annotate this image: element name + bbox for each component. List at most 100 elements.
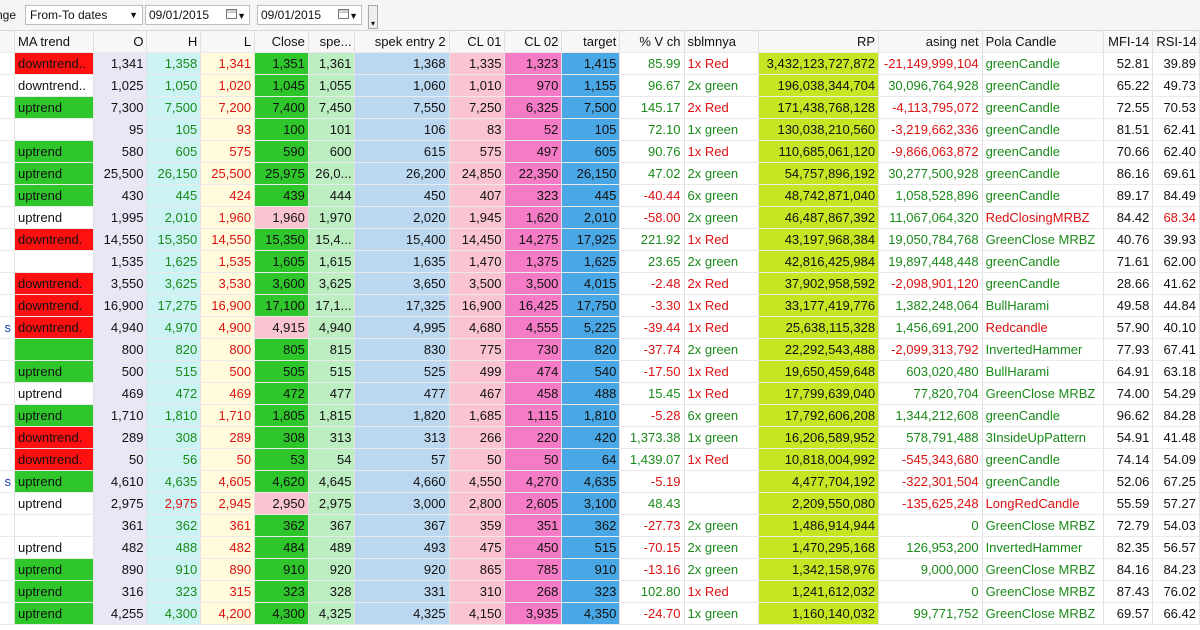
- cell-sblmnya[interactable]: 1x Red: [684, 382, 760, 405]
- cell-rp[interactable]: 1,486,914,944: [758, 514, 880, 537]
- cell-high[interactable]: 3,625: [146, 272, 202, 295]
- cell-mfi-14[interactable]: 55.59: [1103, 492, 1154, 515]
- cell-mfi-14[interactable]: 82.35: [1103, 536, 1154, 559]
- cell-target[interactable]: 4,350: [561, 602, 621, 625]
- cell-pola-candle[interactable]: greenCandle: [982, 162, 1104, 185]
- cell-asing-net[interactable]: 1,456,691,200: [878, 316, 983, 339]
- cell-cl02[interactable]: 730: [504, 338, 563, 361]
- cell-volume-change[interactable]: -27.73: [619, 514, 685, 537]
- cell-ma-trend[interactable]: uptrend: [14, 470, 94, 493]
- cell-asing-net[interactable]: 0: [878, 514, 983, 537]
- table-row[interactable]: uptrend 1,995 2,010 1,960 1,960 1,970 2,020 1,9…: [0, 206, 1200, 229]
- cell-pola-candle[interactable]: greenCandle: [982, 184, 1104, 207]
- table-row[interactable]: downtrend. 50 56 50 53 54 57 50 50 64 1,439.07 1x R…: [0, 448, 1200, 471]
- table-row[interactable]: s downtrend. 4,940 4,970 4,900 4,915 4,940 4,99…: [0, 316, 1200, 339]
- cell-spek-entry-2[interactable]: 3,650: [354, 272, 450, 295]
- cell-cl01[interactable]: 16,900: [449, 294, 506, 317]
- cell-asing-net[interactable]: 1,382,248,064: [878, 294, 983, 317]
- cell-target[interactable]: 5,225: [561, 316, 621, 339]
- cell-ma-trend[interactable]: [14, 514, 94, 537]
- cell-open[interactable]: 3,550: [93, 272, 148, 295]
- cell-high[interactable]: 362: [146, 514, 202, 537]
- cell-high[interactable]: 105: [146, 118, 202, 141]
- cell-spek-entry-2[interactable]: 4,995: [354, 316, 450, 339]
- cell-target[interactable]: 17,750: [561, 294, 621, 317]
- cell-close[interactable]: 4,915: [254, 316, 309, 339]
- cell-cl02[interactable]: 1,375: [504, 250, 563, 273]
- cell-open[interactable]: 1,995: [93, 206, 148, 229]
- cell-volume-change[interactable]: -24.70: [619, 602, 685, 625]
- cell-mfi-14[interactable]: 71.61: [1103, 250, 1154, 273]
- cell-rp[interactable]: 22,292,543,488: [758, 338, 880, 361]
- cell-high[interactable]: 2,975: [146, 492, 202, 515]
- cell-asing-net[interactable]: 0: [878, 580, 983, 603]
- cell-open[interactable]: 14,550: [93, 228, 148, 251]
- cell-mfi-14[interactable]: 86.16: [1103, 162, 1154, 185]
- cell-cl01[interactable]: 475: [449, 536, 506, 559]
- cell-mfi-14[interactable]: 72.55: [1103, 96, 1154, 119]
- cell-target[interactable]: 26,150: [561, 162, 621, 185]
- cell-pola-candle[interactable]: GreenClose MRBZ: [982, 602, 1104, 625]
- cell-open[interactable]: 316: [93, 580, 148, 603]
- cell-spek-entry-2[interactable]: 3,000: [354, 492, 450, 515]
- cell-rsi-14[interactable]: 62.00: [1152, 250, 1200, 273]
- cell-spek-entry-2[interactable]: 57: [354, 448, 450, 471]
- date-to-field[interactable]: 09/01/2015 ▼: [257, 5, 362, 25]
- chevron-down-icon[interactable]: ▼: [237, 11, 246, 21]
- header-cell[interactable]: MFI-14: [1103, 31, 1154, 53]
- cell-volume-change[interactable]: 221.92: [619, 228, 685, 251]
- cell-rp[interactable]: 171,438,768,128: [758, 96, 880, 119]
- cell-rsi-14[interactable]: 41.62: [1152, 272, 1200, 295]
- cell-pola-candle[interactable]: greenCandle: [982, 74, 1104, 97]
- cell-rsi-14[interactable]: 39.89: [1152, 52, 1200, 75]
- cell-volume-change[interactable]: -13.16: [619, 558, 685, 581]
- cell-spek-entry-2[interactable]: 15,400: [354, 228, 450, 251]
- cell-cl01[interactable]: 1,335: [449, 52, 506, 75]
- cell-spek-entry-2[interactable]: 2,020: [354, 206, 450, 229]
- cell-spek-entry-2[interactable]: 367: [354, 514, 450, 537]
- cell-spek-entry-2[interactable]: 17,325: [354, 294, 450, 317]
- cell-sblmnya[interactable]: 1x green: [684, 602, 760, 625]
- cell-target[interactable]: 3,100: [561, 492, 621, 515]
- cell-mfi-14[interactable]: 57.90: [1103, 316, 1154, 339]
- cell-low[interactable]: 469: [200, 382, 256, 405]
- cell-spek-entry[interactable]: 920: [308, 558, 356, 581]
- cell-pola-candle[interactable]: LongRedCandle: [982, 492, 1104, 515]
- cell-close[interactable]: 1,605: [254, 250, 309, 273]
- cell-asing-net[interactable]: -135,625,248: [878, 492, 983, 515]
- cell-volume-change[interactable]: -5.19: [619, 470, 685, 493]
- header-cell[interactable]: H: [146, 31, 202, 53]
- cell-rp[interactable]: 25,638,115,328: [758, 316, 880, 339]
- cell-cl01[interactable]: 467: [449, 382, 506, 405]
- cell-rsi-14[interactable]: 70.53: [1152, 96, 1200, 119]
- cell-low[interactable]: 3,530: [200, 272, 256, 295]
- cell-cl01[interactable]: 1,010: [449, 74, 506, 97]
- cell-rp[interactable]: 48,742,871,040: [758, 184, 880, 207]
- cell-target[interactable]: 515: [561, 536, 621, 559]
- cell-ma-trend[interactable]: uptrend: [14, 140, 94, 163]
- cell-rsi-14[interactable]: 63.18: [1152, 360, 1200, 383]
- table-row[interactable]: uptrend 7,300 7,500 7,200 7,400 7,450 7,550 7,2…: [0, 96, 1200, 119]
- cell-cl01[interactable]: 14,450: [449, 228, 506, 251]
- cell-spek-entry[interactable]: 815: [308, 338, 356, 361]
- cell-ma-trend[interactable]: downtrend.: [14, 228, 94, 251]
- cell-volume-change[interactable]: -37.74: [619, 338, 685, 361]
- cell-volume-change[interactable]: 96.67: [619, 74, 685, 97]
- cell-spek-entry-2[interactable]: 1,368: [354, 52, 450, 75]
- cell-spek-entry[interactable]: 26,0...: [308, 162, 356, 185]
- cell-cl01[interactable]: 407: [449, 184, 506, 207]
- cell-cl02[interactable]: 6,325: [504, 96, 563, 119]
- cell-target[interactable]: 1,155: [561, 74, 621, 97]
- cell-low[interactable]: 2,945: [200, 492, 256, 515]
- cell-rsi-14[interactable]: 66.42: [1152, 602, 1200, 625]
- cell-mfi-14[interactable]: 64.91: [1103, 360, 1154, 383]
- cell-rp[interactable]: 17,792,606,208: [758, 404, 880, 427]
- table-row[interactable]: s uptrend 4,610 4,635 4,605 4,620 4,645 4,660 4,…: [0, 470, 1200, 493]
- cell-cl01[interactable]: 4,150: [449, 602, 506, 625]
- cell-volume-change[interactable]: -2.48: [619, 272, 685, 295]
- cell-sblmnya[interactable]: 1x Red: [684, 360, 760, 383]
- cell-low[interactable]: 315: [200, 580, 256, 603]
- cell-cl02[interactable]: 14,275: [504, 228, 563, 251]
- cell-ma-trend[interactable]: downtrend.: [14, 294, 94, 317]
- cell-spek-entry[interactable]: 17,1...: [308, 294, 356, 317]
